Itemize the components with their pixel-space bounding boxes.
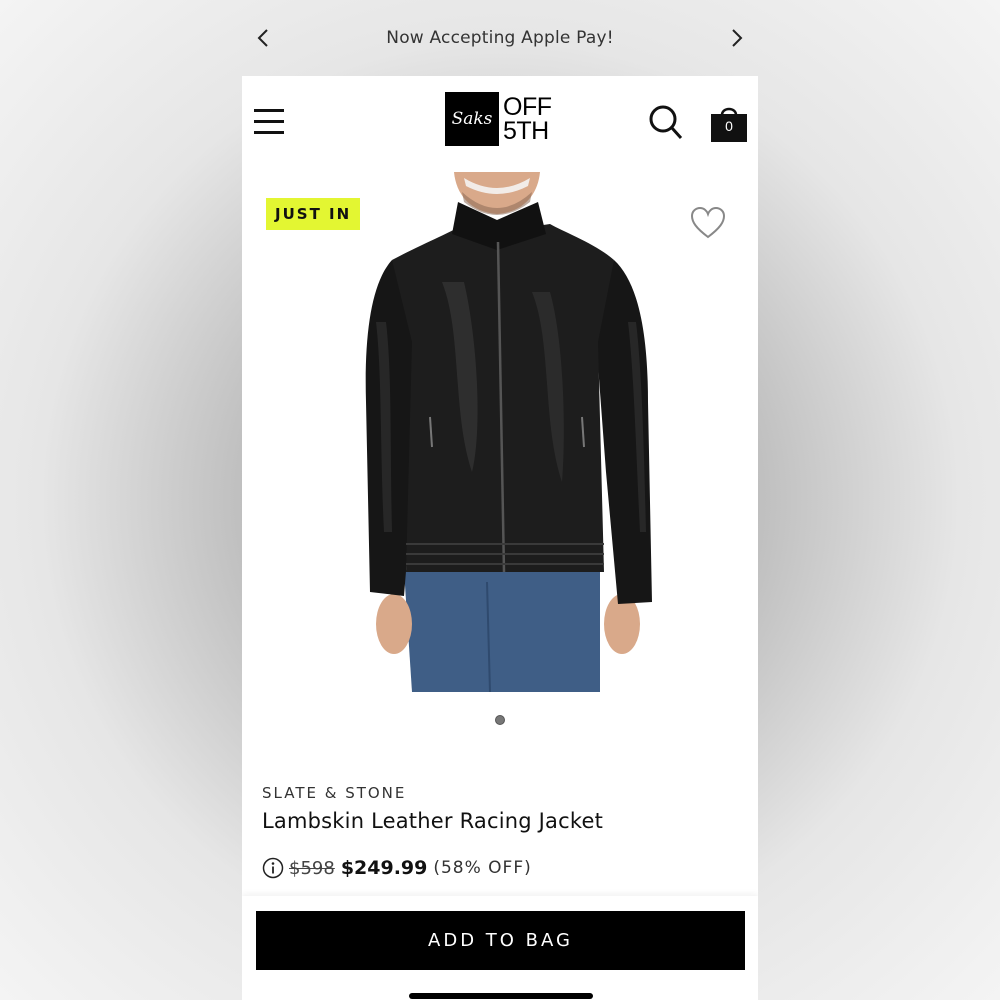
logo-line-2: 5TH <box>503 117 549 145</box>
bag-count-badge: 0 <box>725 118 733 134</box>
site-header: Saks OFF 5TH 0 <box>242 76 758 172</box>
home-indicator[interactable] <box>409 993 593 999</box>
hamburger-menu-icon[interactable] <box>254 109 284 135</box>
product-name: Lambskin Leather Racing Jacket <box>262 809 604 833</box>
saks-off-5th-logo[interactable]: Saks OFF 5TH <box>445 91 552 147</box>
discount-label: (58% OFF) <box>433 858 532 878</box>
sticky-cta-bar: ADD TO BAG <box>242 896 758 1000</box>
chevron-right-icon[interactable] <box>726 27 748 49</box>
product-brand[interactable]: SLATE & STONE <box>262 784 406 802</box>
logo-script: Saks <box>445 92 499 146</box>
sale-price: $249.99 <box>340 857 428 879</box>
logo-line-1: OFF <box>503 93 552 121</box>
chevron-left-icon[interactable] <box>252 27 274 49</box>
promo-banner: Now Accepting Apple Pay! <box>242 0 758 76</box>
product-page: Saks OFF 5TH 0 JUST IN SLATE & STONE Lam… <box>242 76 758 1000</box>
logo-wordmark: OFF 5TH <box>503 93 552 145</box>
search-icon[interactable] <box>648 104 684 142</box>
shopping-bag-icon[interactable]: 0 <box>710 104 748 144</box>
info-icon[interactable] <box>262 857 284 879</box>
carousel-dot-active[interactable] <box>495 715 505 725</box>
original-price: $598 <box>289 857 335 879</box>
heart-icon[interactable] <box>690 206 726 240</box>
just-in-badge: JUST IN <box>266 198 361 230</box>
add-to-bag-button[interactable]: ADD TO BAG <box>256 911 745 970</box>
product-image[interactable] <box>352 172 662 692</box>
promo-text: Now Accepting Apple Pay! <box>386 28 614 48</box>
price-row: $598 $249.99 (58% OFF) <box>262 854 532 882</box>
